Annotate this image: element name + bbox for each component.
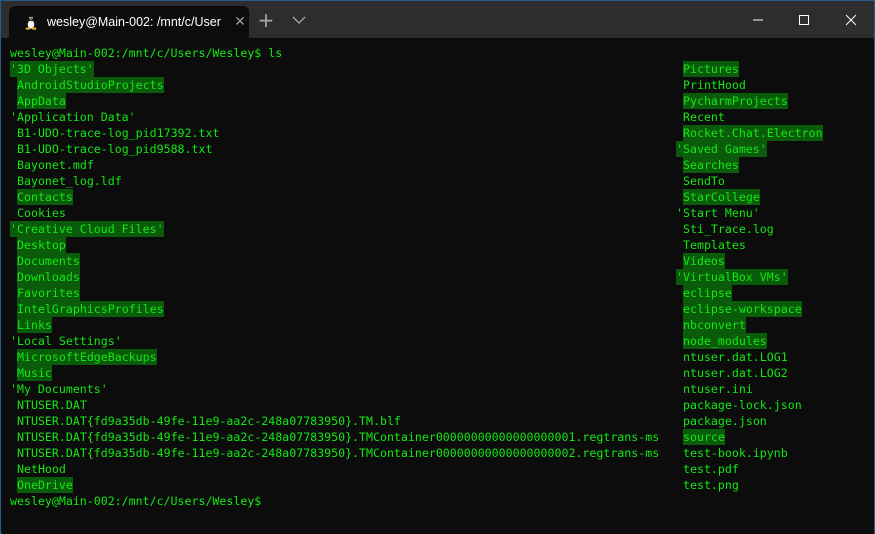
ls-entry: Favorites [17,285,80,301]
ls-entry: 'Application Data' [10,110,136,124]
ls-entry: eclipse-workspace [683,301,802,317]
ls-entry: Music [17,365,52,381]
ls-entry: package-lock.json [683,398,802,412]
ls-entry: PrintHood [683,78,746,92]
ls-entry: test.pdf [683,462,739,476]
final-prompt-line[interactable]: wesley@Main-002:/mnt/c/Users/Wesley$ [10,493,261,509]
ls-entry: Bayonet.mdf [17,158,94,172]
minimize-icon [753,19,763,20]
ls-entry: IntelGraphicsProfiles [17,301,164,317]
ls-entry: NTUSER.DAT [17,398,87,412]
ls-entry: Searches [683,157,739,173]
ls-entry: MicrosoftEdgeBackups [17,349,157,365]
ls-entry: test-book.ipynb [683,446,788,460]
ls-entry: AndroidStudioProjects [17,77,164,93]
ls-entry: NetHood [17,462,66,476]
linux-tux-icon [23,14,39,30]
ls-entry: Documents [17,253,80,269]
close-icon [845,14,857,25]
close-button[interactable] [828,1,874,38]
ls-entry: package.json [683,414,767,428]
ls-entry: node_modules [683,333,767,349]
ls-entry: ntuser.dat.LOG2 [683,366,788,380]
ls-entry: Pictures [683,61,739,77]
ls-entry: Sti_Trace.log [683,222,774,236]
ls-entry: Contacts [17,189,73,205]
ls-entry: Recent [683,110,725,124]
tab-active[interactable]: wesley@Main-002: /mnt/c/User ✕ [9,6,249,38]
ls-entry: B1-UDO-trace-log_pid17392.txt [17,126,220,140]
ls-entry: 'My Documents' [10,382,108,396]
ls-entry: 'Start Menu' [676,206,760,220]
tab-close-icon[interactable]: ✕ [231,13,249,31]
ls-entry: 'Saved Games' [676,141,767,157]
ls-entry: NTUSER.DAT{fd9a35db-49fe-11e9-aa2c-248a0… [17,430,660,444]
new-tab-button[interactable]: + [255,9,277,31]
maximize-button[interactable] [781,1,827,38]
ls-entry: OneDrive [17,477,73,493]
ls-entry: Desktop [17,237,66,253]
minimize-button[interactable] [735,1,781,38]
ls-entry: B1-UDO-trace-log_pid9588.txt [17,142,213,156]
ls-entry: AppData [17,93,66,109]
ls-entry: eclipse [683,285,732,301]
ls-entry: Bayonet_log.ldf [17,174,122,188]
chevron-down-icon[interactable] [289,10,309,30]
terminal-output[interactable]: wesley@Main-002:/mnt/c/Users/Wesley$ ls … [2,38,874,534]
command-prompt-line: wesley@Main-002:/mnt/c/Users/Wesley$ ls [10,46,283,60]
ls-entry: 'Creative Cloud Files' [10,221,164,237]
ls-entry: PycharmProjects [683,93,788,109]
ls-entry: source [683,429,725,445]
ls-entry: StarCollege [683,189,760,205]
ls-entry: NTUSER.DAT{fd9a35db-49fe-11e9-aa2c-248a0… [17,446,660,460]
ls-entry: Rocket.Chat.Electron [683,125,823,141]
maximize-icon [799,14,809,25]
ls-entry: ntuser.dat.LOG1 [683,350,788,364]
ls-entry: ntuser.ini [683,382,753,396]
title-bar[interactable]: wesley@Main-002: /mnt/c/User ✕ + [1,1,874,38]
ls-entry: 'VirtualBox VMs' [676,269,788,285]
ls-entry: Videos [683,253,725,269]
ls-entry: SendTo [683,174,725,188]
ls-entry: nbconvert [683,317,746,333]
ls-entry: Cookies [17,206,66,220]
ls-entry: Templates [683,238,746,252]
ls-entry: test.png [683,478,739,492]
terminal-window: wesley@Main-002: /mnt/c/User ✕ + wesley@… [0,0,875,534]
ls-entry: NTUSER.DAT{fd9a35db-49fe-11e9-aa2c-248a0… [17,414,401,428]
ls-entry: Links [17,317,52,333]
ls-entry: '3D Objects' [10,61,94,77]
ls-entry: 'Local Settings' [10,334,122,348]
ls-entry: Downloads [17,269,80,285]
tab-title: wesley@Main-002: /mnt/c/User [47,15,221,29]
